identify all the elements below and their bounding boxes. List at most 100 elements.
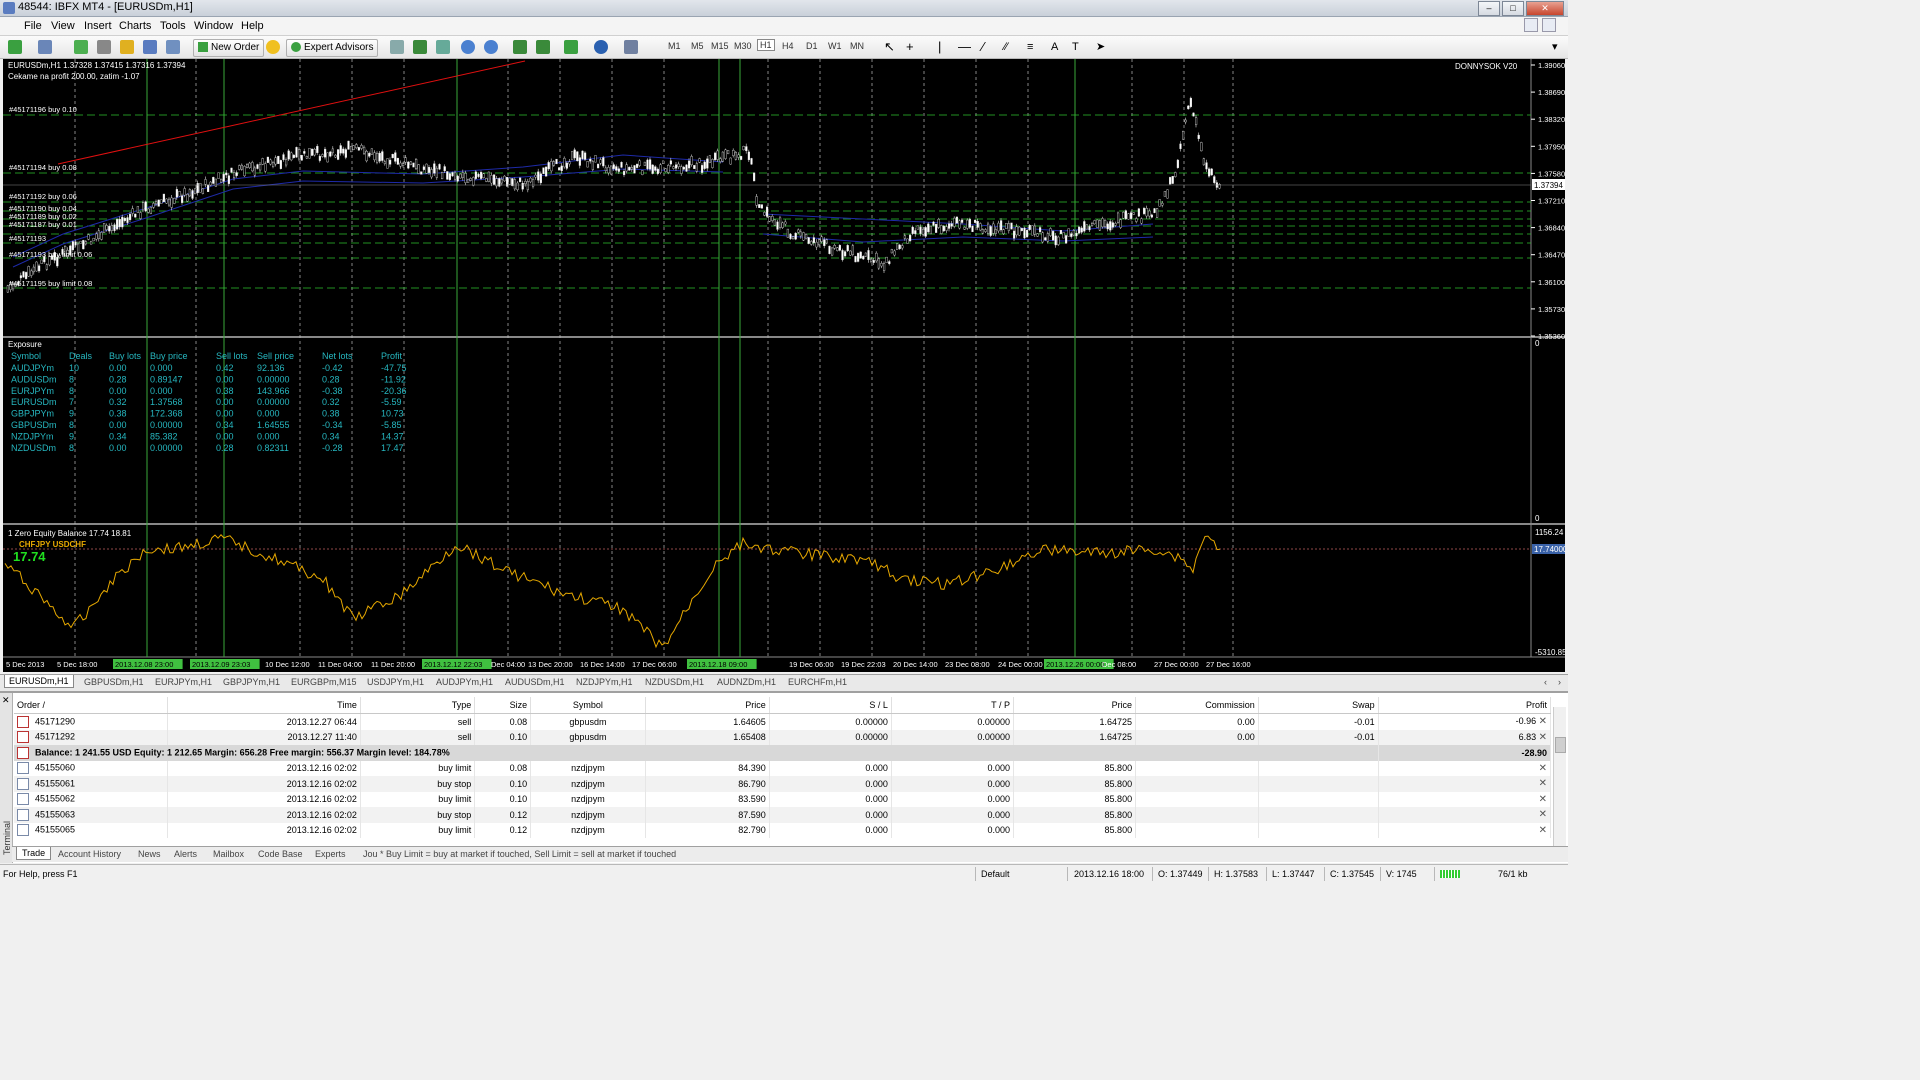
table-row[interactable]: 45155061 2013.12.16 02:02 buy stop 0.10 nzdj… — [14, 776, 1552, 792]
terminal-tab[interactable]: Experts — [315, 849, 346, 859]
chart-tab[interactable]: EURUSDm,H1 — [4, 675, 74, 688]
menu-help[interactable]: Help — [241, 20, 264, 32]
column-header[interactable]: Price — [1013, 697, 1137, 714]
chart-tab[interactable]: GBPJPYm,H1 — [223, 677, 280, 687]
menu-tools[interactable]: Tools — [160, 20, 186, 32]
terminal-tab[interactable]: Jou — [363, 849, 378, 859]
tf-m5[interactable]: M5 — [691, 41, 704, 51]
terminal-tab[interactable]: Code Base — [258, 849, 303, 859]
terminal-scrollbar[interactable] — [1553, 707, 1566, 847]
text-label-icon[interactable]: T — [1072, 39, 1079, 55]
terminal-icon[interactable] — [143, 40, 157, 54]
periods-icon[interactable] — [594, 40, 608, 54]
menu-charts[interactable]: Charts — [119, 20, 151, 32]
tab-scroll-left-icon[interactable]: ‹ — [1544, 677, 1547, 687]
close-order-icon[interactable]: ✕ — [1539, 778, 1547, 789]
column-header[interactable]: Time — [167, 697, 361, 714]
menu-insert[interactable]: Insert — [84, 20, 112, 32]
close-icon[interactable]: ✕ — [1526, 1, 1564, 16]
fibonacci-icon[interactable]: ≡ — [1027, 39, 1033, 55]
table-row[interactable]: 45155063 2013.12.16 02:02 buy stop 0.12 nzdj… — [14, 807, 1552, 823]
close-order-icon[interactable]: ✕ — [1539, 763, 1547, 774]
chart-tab[interactable]: AUDNZDm,H1 — [717, 677, 776, 687]
crosshair-icon[interactable]: + — [906, 39, 914, 55]
column-header[interactable]: Price — [645, 697, 770, 714]
column-header[interactable]: Profit — [1378, 697, 1552, 714]
equidistant-channel-icon[interactable]: ∕∕ — [1004, 39, 1008, 55]
chart-tab[interactable]: USDJPYm,H1 — [367, 677, 424, 687]
tf-w1[interactable]: W1 — [828, 41, 842, 51]
bar-chart-icon[interactable] — [390, 40, 404, 54]
metaeditor-icon[interactable] — [266, 40, 280, 54]
data-window-icon[interactable] — [97, 40, 111, 54]
text-icon[interactable]: A — [1051, 39, 1058, 55]
close-order-icon[interactable]: ✕ — [1539, 794, 1547, 805]
tf-m15[interactable]: M15 — [711, 41, 729, 51]
arrows-icon[interactable]: ➤ — [1096, 39, 1105, 55]
chart-window[interactable]: 1.37394 EURUSDm,H1 1.37328 1.37415 1.373… — [3, 59, 1565, 672]
market-watch-icon[interactable] — [74, 40, 88, 54]
new-chart-icon[interactable] — [8, 40, 22, 54]
terminal-tab[interactable]: Account History — [58, 849, 121, 859]
column-header[interactable]: Size — [474, 697, 532, 714]
column-header[interactable]: Type — [360, 697, 476, 714]
tf-m30[interactable]: M30 — [734, 41, 752, 51]
column-header[interactable]: Commission — [1135, 697, 1259, 714]
terminal-tab[interactable]: Alerts — [174, 849, 197, 859]
menu-view[interactable]: View — [51, 20, 75, 32]
expert-advisors-button[interactable]: Expert Advisors — [286, 39, 379, 57]
chart-shift-icon[interactable] — [536, 40, 550, 54]
chart-tab[interactable]: GBPUSDm,H1 — [84, 677, 144, 687]
table-row[interactable]: 45155062 2013.12.16 02:02 buy limit 0.10 nzd… — [14, 791, 1552, 807]
scroll-thumb[interactable] — [1555, 737, 1566, 753]
chart-tab[interactable]: EURGBPm,M15 — [291, 677, 357, 687]
auto-scroll-icon[interactable] — [513, 40, 527, 54]
chart-canvas[interactable]: 1.37394 EURUSDm,H1 1.37328 1.37415 1.373… — [3, 59, 1565, 672]
column-header[interactable]: Symbol — [530, 697, 646, 714]
navigator-icon[interactable] — [120, 40, 134, 54]
toolbar-extend-icon[interactable]: ▾ — [1552, 39, 1558, 55]
zoom-in-icon[interactable] — [461, 40, 475, 54]
tab-scroll-right-icon[interactable]: › — [1558, 677, 1561, 687]
mdi-minimize-icon[interactable] — [1524, 18, 1538, 32]
table-row[interactable]: 45171290 2013.12.27 06:44 sell 0.08 gbpusdm 1… — [14, 713, 1552, 730]
chart-tab[interactable]: AUDUSDm,H1 — [505, 677, 565, 687]
main-pane[interactable] — [3, 59, 1531, 335]
column-header[interactable]: T / P — [891, 697, 1014, 714]
table-row[interactable]: 45171292 2013.12.27 11:40 sell 0.10 gbpusdm 1… — [14, 729, 1552, 745]
tf-m1[interactable]: M1 — [668, 41, 681, 51]
chart-tab[interactable]: EURCHFm,H1 — [788, 677, 847, 687]
chart-tab[interactable]: NZDJPYm,H1 — [576, 677, 633, 687]
column-header[interactable]: Swap — [1258, 697, 1379, 714]
tester-icon[interactable] — [166, 40, 180, 54]
close-order-icon[interactable]: ✕ — [1539, 716, 1547, 727]
candlestick-icon[interactable] — [413, 40, 427, 54]
trendline-icon[interactable]: ∕ — [982, 39, 984, 55]
tf-h1[interactable]: H1 — [757, 39, 775, 51]
indicators-icon[interactable] — [564, 40, 578, 54]
profiles-icon[interactable] — [38, 40, 52, 54]
close-order-icon[interactable]: ✕ — [1539, 732, 1547, 743]
column-header[interactable]: S / L — [769, 697, 892, 714]
table-row[interactable]: 45155065 2013.12.16 02:02 buy limit 0.12 nzd… — [14, 822, 1552, 838]
menu-window[interactable]: Window — [194, 20, 233, 32]
line-chart-icon[interactable] — [436, 40, 450, 54]
terminal-tab[interactable]: Trade — [16, 847, 52, 860]
table-row[interactable]: 45155060 2013.12.16 02:02 buy limit 0.08 nzd… — [14, 760, 1552, 776]
templates-icon[interactable] — [624, 40, 638, 54]
tf-mn[interactable]: MN — [850, 41, 864, 51]
chart-tab[interactable]: AUDJPYm,H1 — [436, 677, 493, 687]
vertical-line-icon[interactable]: | — [938, 39, 941, 55]
new-order-button[interactable]: New Order — [193, 39, 265, 57]
close-order-icon[interactable]: ✕ — [1539, 809, 1547, 820]
zoom-out-icon[interactable] — [484, 40, 498, 54]
terminal-close-icon[interactable]: ✕ — [2, 695, 10, 706]
mdi-restore-icon[interactable] — [1542, 18, 1556, 32]
cursor-icon[interactable]: ↖ — [884, 39, 895, 55]
horizontal-line-icon[interactable]: — — [958, 39, 971, 55]
terminal-tab[interactable]: News — [138, 849, 161, 859]
minimize-icon[interactable]: – — [1478, 1, 1500, 16]
close-order-icon[interactable]: ✕ — [1539, 825, 1547, 836]
column-header[interactable]: Order / — [14, 697, 168, 714]
chart-tab[interactable]: NZDUSDm,H1 — [645, 677, 704, 687]
